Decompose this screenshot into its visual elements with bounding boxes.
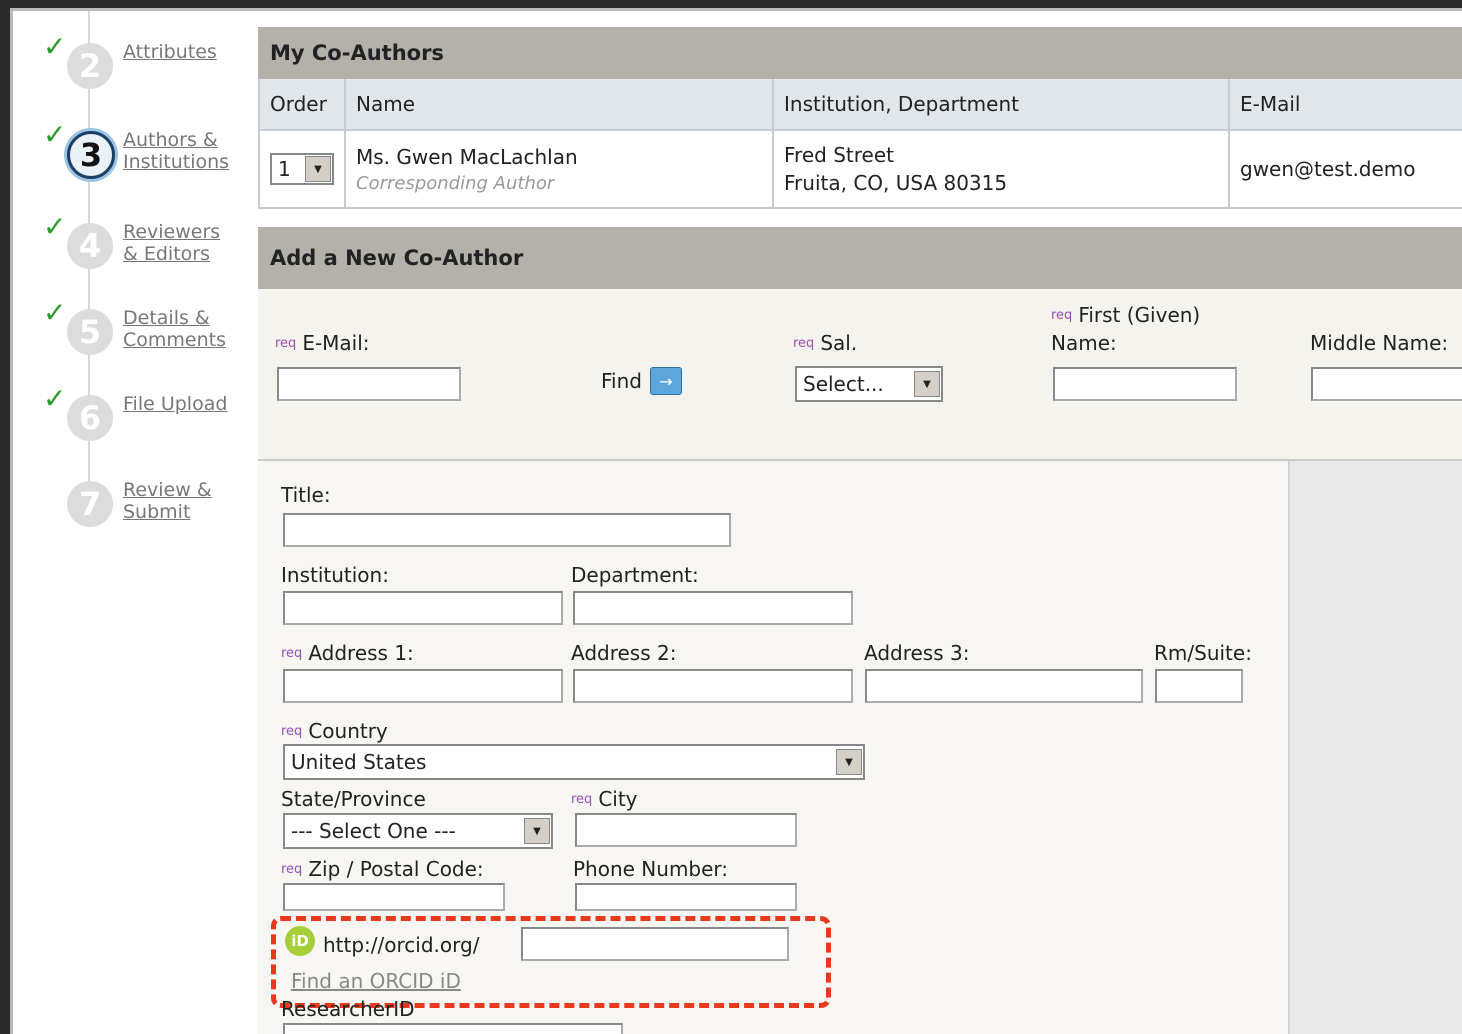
institution-label: Institution:	[281, 563, 389, 587]
orcid-icon: iD	[285, 926, 315, 956]
add-coauthor-header: Add a New Co-Author	[258, 227, 1462, 289]
column-header: Order	[258, 79, 345, 131]
step-number-current: 3	[67, 131, 115, 179]
middle-name-label: Middle Name:	[1310, 331, 1449, 355]
institution-cell: Fred Street Fruita, CO, USA 80315	[772, 130, 1229, 209]
step-details-comments[interactable]: ✓ 5 Details & Comments	[43, 299, 253, 359]
city-label: req City	[571, 787, 638, 811]
add-form-side	[1288, 461, 1462, 1034]
find-label: Find	[601, 369, 642, 393]
address1-label: req Address 1:	[281, 641, 414, 665]
phone-label: Phone Number:	[573, 857, 729, 881]
middle-name-input[interactable]	[1311, 367, 1462, 401]
step-file-upload[interactable]: ✓ 6 File Upload	[43, 385, 253, 445]
arrow-right-icon: →	[649, 367, 682, 395]
column-header: Institution, Department	[772, 79, 1229, 131]
suite-input[interactable]	[1155, 669, 1243, 703]
app-frame: ✓ 2 Attributes ✓ 3 Authors & Institution…	[10, 8, 1462, 1034]
department-label: Department:	[571, 563, 699, 587]
coauthors-panel: My Co-Authors Order Name Institution, De…	[258, 27, 1462, 209]
author-name: Ms. Gwen MacLachlan	[356, 144, 578, 169]
chevron-down-icon: ▼	[524, 818, 550, 844]
step-reviewers-editors[interactable]: ✓ 4 Reviewers & Editors	[43, 213, 253, 273]
check-icon: ✓	[43, 118, 67, 151]
chevron-down-icon: ▼	[305, 156, 331, 182]
check-icon: ✓	[43, 296, 67, 329]
first-name-label: req First (Given)	[1051, 303, 1201, 327]
phone-input[interactable]	[575, 883, 797, 911]
step-number: 7	[67, 481, 113, 527]
address2-label: Address 2:	[571, 641, 677, 665]
column-header: Name	[344, 79, 773, 131]
email-label: req E-Mail:	[275, 331, 370, 355]
salutation-label: req Sal.	[793, 331, 858, 355]
researcherid-label: ResearcherID	[281, 997, 415, 1021]
step-label[interactable]: Details & Comments	[123, 307, 238, 351]
zip-input[interactable]	[283, 883, 505, 911]
step-label[interactable]: Attributes	[123, 41, 217, 63]
step-number: 5	[67, 309, 113, 355]
institution-input[interactable]	[283, 591, 563, 625]
first-name-label-line2: Name:	[1051, 331, 1117, 355]
orcid-prefix: http://orcid.org/	[323, 933, 480, 957]
name-cell: Ms. Gwen MacLachlan Corresponding Author	[344, 130, 773, 209]
table-row: 1 ▼ Ms. Gwen MacLachlan Corresponding Au…	[258, 130, 1462, 209]
find-button[interactable]: Find →	[601, 367, 682, 395]
step-authors-institutions[interactable]: ✓ 3 Authors & Institutions	[43, 121, 253, 181]
institution-line: Fruita, CO, USA 80315	[784, 171, 1008, 195]
institution-line: Fred Street	[784, 143, 894, 167]
zip-label: req Zip / Postal Code:	[281, 857, 484, 881]
author-role: Corresponding Author	[356, 172, 555, 194]
coauthors-header: My Co-Authors	[258, 27, 1462, 79]
step-review-submit[interactable]: 7 Review & Submit	[43, 471, 253, 531]
column-header: E-Mail	[1228, 79, 1462, 131]
find-orcid-link[interactable]: Find an ORCID iD	[291, 969, 461, 993]
chevron-down-icon: ▼	[836, 749, 862, 775]
step-label[interactable]: Review & Submit	[123, 479, 223, 523]
check-icon: ✓	[43, 382, 67, 415]
address3-input[interactable]	[865, 669, 1143, 703]
salutation-select[interactable]: Select... ▼	[795, 366, 943, 402]
table-header-row: Order Name Institution, Department E-Mai…	[258, 79, 1462, 131]
address3-label: Address 3:	[864, 641, 970, 665]
country-label: req Country	[281, 719, 388, 743]
address2-input[interactable]	[573, 669, 853, 703]
check-icon: ✓	[43, 30, 67, 63]
email-cell: gwen@test.demo	[1228, 130, 1462, 209]
state-label: State/Province	[281, 787, 426, 811]
title-label: Title:	[281, 483, 331, 507]
step-number: 4	[67, 223, 113, 269]
coauthors-table: Order Name Institution, Department E-Mai…	[258, 79, 1462, 209]
researcherid-input[interactable]	[283, 1023, 623, 1034]
step-label[interactable]: File Upload	[123, 393, 227, 415]
step-attributes[interactable]: ✓ 2 Attributes	[43, 33, 253, 93]
chevron-down-icon: ▼	[914, 371, 940, 397]
state-select[interactable]: --- Select One --- ▼	[283, 813, 553, 849]
step-number: 6	[67, 395, 113, 441]
suite-label: Rm/Suite:	[1154, 641, 1252, 665]
first-name-input[interactable]	[1053, 367, 1237, 401]
step-label[interactable]: Authors & Institutions	[123, 129, 243, 173]
country-select[interactable]: United States ▼	[283, 744, 865, 780]
title-input[interactable]	[283, 513, 731, 547]
email-input[interactable]	[277, 367, 461, 401]
step-number: 2	[67, 43, 113, 89]
department-input[interactable]	[573, 591, 853, 625]
address1-input[interactable]	[283, 669, 563, 703]
orcid-input[interactable]	[521, 927, 789, 961]
order-select[interactable]: 1 ▼	[270, 153, 334, 185]
order-cell: 1 ▼	[258, 130, 345, 209]
city-input[interactable]	[575, 813, 797, 847]
step-label[interactable]: Reviewers & Editors	[123, 221, 233, 265]
check-icon: ✓	[43, 210, 67, 243]
